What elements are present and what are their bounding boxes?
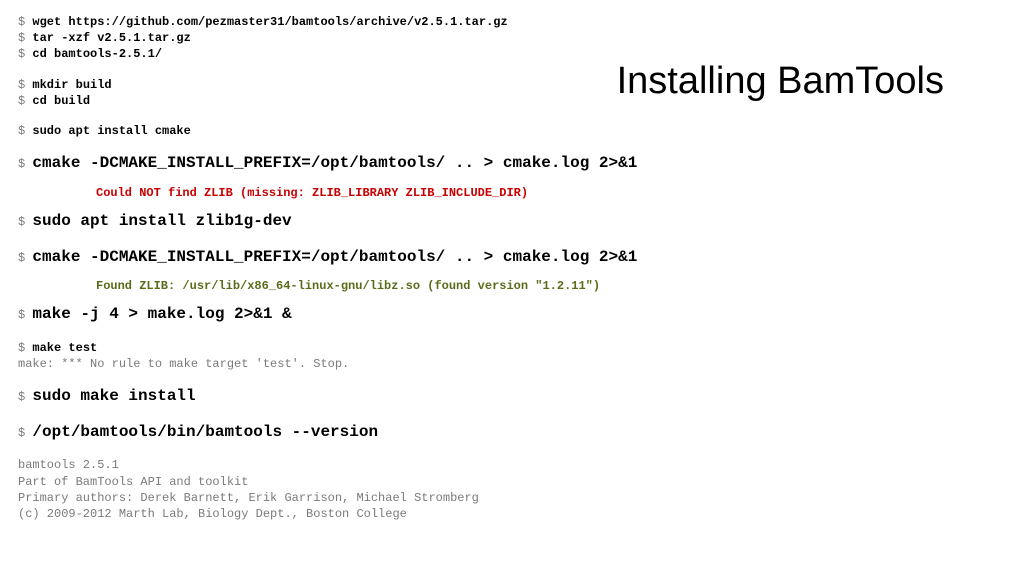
cmd-make-install: $ sudo make install [18,386,1006,408]
prompt: $ [18,15,32,29]
cmd-text: sudo make install [32,387,195,405]
cmd-tar: $ tar -xzf v2.5.1.tar.gz [18,30,1006,46]
cmd-text: cd build [32,94,90,108]
prompt: $ [18,251,32,265]
prompt: $ [18,390,32,404]
cmd-text: /opt/bamtools/bin/bamtools --version [32,423,378,441]
prompt: $ [18,124,32,138]
cmd-version: $ /opt/bamtools/bin/bamtools --version [18,422,1006,444]
prompt: $ [18,31,32,45]
cmd-text: mkdir build [32,78,111,92]
prompt: $ [18,94,32,108]
prompt: $ [18,47,32,61]
prompt: $ [18,341,32,355]
version-output-line: bamtools 2.5.1 [18,457,1006,473]
make-test-output: make: *** No rule to make target 'test'.… [18,356,1006,372]
cmd-text: wget https://github.com/pezmaster31/bamt… [32,15,507,29]
cmd-text: tar -xzf v2.5.1.tar.gz [32,31,190,45]
cmd-text: cmake -DCMAKE_INSTALL_PREFIX=/opt/bamtoo… [32,154,637,172]
success-zlib-found: Found ZLIB: /usr/lib/x86_64-linux-gnu/li… [18,278,1006,294]
cmd-text: sudo apt install cmake [32,124,190,138]
cmd-text: make test [32,341,97,355]
cmd-text: cmake -DCMAKE_INSTALL_PREFIX=/opt/bamtoo… [32,248,637,266]
cmd-text: sudo apt install zlib1g-dev [32,212,291,230]
cmd-apt-zlib: $ sudo apt install zlib1g-dev [18,211,1006,233]
prompt: $ [18,426,32,440]
prompt: $ [18,157,32,171]
cmd-cmake2: $ cmake -DCMAKE_INSTALL_PREFIX=/opt/bamt… [18,247,1006,269]
version-output-line: Part of BamTools API and toolkit [18,474,1006,490]
cmd-text: make -j 4 > make.log 2>&1 & [32,305,291,323]
cmd-cmake1: $ cmake -DCMAKE_INSTALL_PREFIX=/opt/bamt… [18,153,1006,175]
error-zlib-missing: Could NOT find ZLIB (missing: ZLIB_LIBRA… [18,185,1006,201]
prompt: $ [18,308,32,322]
cmd-make: $ make -j 4 > make.log 2>&1 & [18,304,1006,326]
slide-title: Installing BamTools [617,60,944,103]
prompt: $ [18,78,32,92]
cmd-make-test: $ make test [18,340,1006,356]
cmd-apt-cmake: $ sudo apt install cmake [18,123,1006,139]
version-output-line: Primary authors: Derek Barnett, Erik Gar… [18,490,1006,506]
cmd-wget: $ wget https://github.com/pezmaster31/ba… [18,14,1006,30]
prompt: $ [18,215,32,229]
version-output-line: (c) 2009-2012 Marth Lab, Biology Dept., … [18,506,1006,522]
cmd-text: cd bamtools-2.5.1/ [32,47,162,61]
